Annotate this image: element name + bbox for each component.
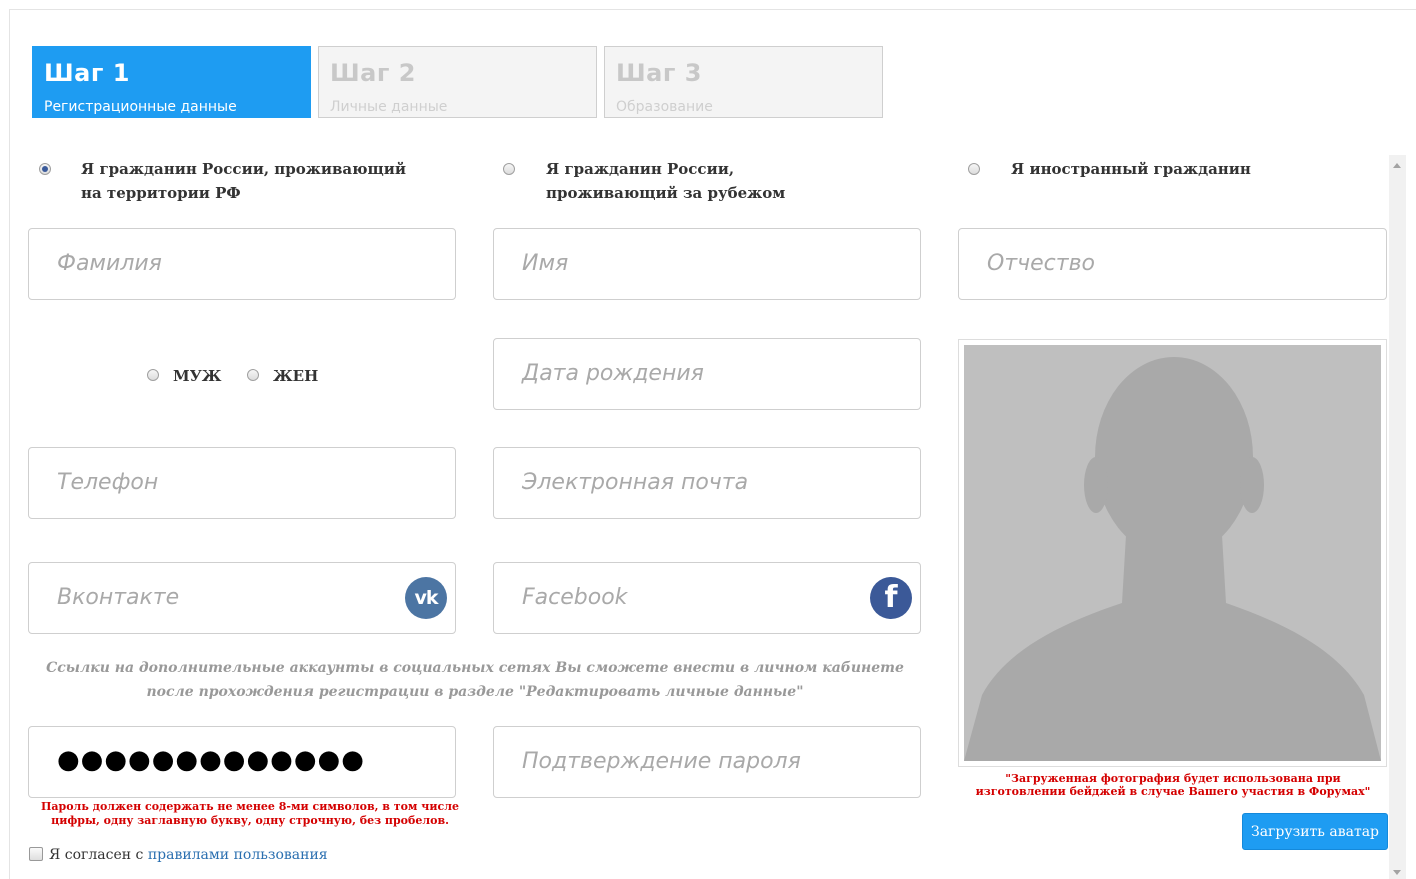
vk-field[interactable]: Вконтакте vk	[28, 562, 456, 634]
tab-step-1-title: Шаг 1	[44, 59, 130, 87]
citizenship-radio-russia-abroad[interactable]	[503, 163, 515, 175]
social-accounts-note: Ссылки на дополнительные аккаунты в соци…	[46, 660, 904, 700]
facebook-field[interactable]: Facebook f	[493, 562, 921, 634]
tab-step-3-subtitle: Образование	[616, 99, 713, 115]
facebook-icon: f	[870, 577, 912, 619]
scroll-down-icon[interactable]	[1393, 870, 1401, 875]
name-field[interactable]: Имя	[493, 228, 921, 300]
scrollbar[interactable]	[1389, 155, 1406, 879]
password-confirm-placeholder: Подтверждение пароля	[522, 749, 801, 774]
password-confirm-field[interactable]: Подтверждение пароля	[493, 726, 921, 798]
birthdate-field[interactable]: Дата рождения	[493, 338, 921, 410]
avatar-preview	[958, 339, 1387, 767]
upload-avatar-button[interactable]: Загрузить аватар	[1242, 813, 1388, 850]
citizenship-label-foreign: Я иностранный гражданин	[1011, 160, 1251, 178]
tab-step-3-title: Шаг 3	[616, 59, 702, 87]
agree-label: Я согласен с правилами пользования	[49, 846, 328, 864]
surname-placeholder: Фамилия	[57, 251, 162, 276]
agree-prefix: Я согласен с	[49, 847, 148, 863]
citizenship-label-russia-resident: Я гражданин России, проживающий на терри…	[81, 160, 407, 202]
tab-step-1[interactable]: Шаг 1 Регистрационные данные	[32, 46, 311, 118]
tab-step-2-subtitle: Личные данные	[330, 99, 448, 115]
surname-field[interactable]: Фамилия	[28, 228, 456, 300]
email-field[interactable]: Электронная почта	[493, 447, 921, 519]
facebook-placeholder: Facebook	[522, 585, 628, 610]
phone-field[interactable]: Телефон	[28, 447, 456, 519]
person-silhouette-icon	[964, 357, 1381, 761]
tab-step-1-subtitle: Регистрационные данные	[44, 99, 237, 115]
email-placeholder: Электронная почта	[522, 470, 749, 495]
vk-placeholder: Вконтакте	[57, 585, 180, 610]
phone-placeholder: Телефон	[57, 470, 159, 495]
tab-step-3[interactable]: Шаг 3 Образование	[604, 46, 883, 118]
scroll-up-icon[interactable]	[1393, 163, 1401, 168]
terms-link[interactable]: правилами пользования	[148, 847, 328, 863]
birthdate-placeholder: Дата рождения	[522, 361, 704, 386]
password-requirements-note: Пароль должен содержать не менее 8-ми си…	[41, 800, 459, 827]
citizenship-label-russia-abroad: Я гражданин России, проживающий за рубеж…	[546, 160, 786, 202]
avatar-usage-note: "Загруженная фотография будет использова…	[975, 772, 1371, 798]
citizenship-radio-foreign[interactable]	[968, 163, 980, 175]
name-placeholder: Имя	[522, 251, 569, 276]
patronymic-placeholder: Отчество	[987, 251, 1096, 276]
gender-radio-female[interactable]	[247, 369, 259, 381]
agree-checkbox[interactable]	[29, 847, 43, 861]
gender-label-female: ЖЕН	[273, 367, 319, 385]
password-field[interactable]: ●●●●●●●●●●●●●	[28, 726, 456, 798]
password-value: ●●●●●●●●●●●●●	[57, 745, 365, 775]
gender-label-male: МУЖ	[173, 367, 222, 385]
tab-step-2[interactable]: Шаг 2 Личные данные	[318, 46, 597, 118]
tab-step-2-title: Шаг 2	[330, 59, 416, 87]
patronymic-field[interactable]: Отчество	[958, 228, 1387, 300]
vk-icon: vk	[405, 577, 447, 619]
citizenship-radio-russia-resident[interactable]	[39, 163, 51, 175]
gender-radio-male[interactable]	[147, 369, 159, 381]
